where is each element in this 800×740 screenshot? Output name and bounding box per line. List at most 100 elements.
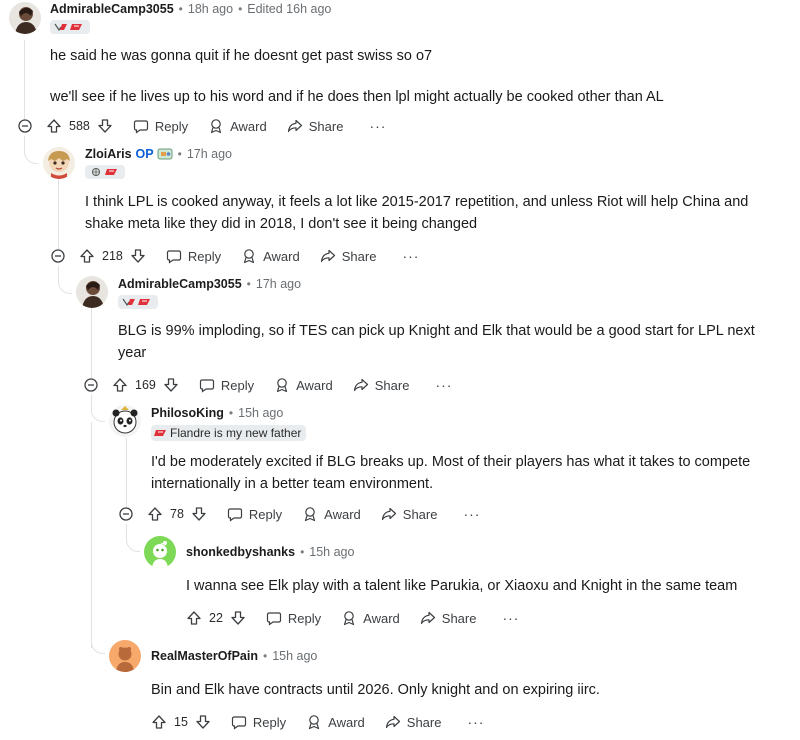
collapse-icon[interactable] xyxy=(84,378,98,392)
comment-author[interactable]: AdmirableCamp3055 xyxy=(118,277,242,291)
upvote-icon[interactable] xyxy=(151,714,167,730)
separator-dot: • xyxy=(262,649,268,663)
upvote-icon[interactable] xyxy=(112,377,128,393)
upvote-icon[interactable] xyxy=(79,248,95,264)
downvote-icon[interactable] xyxy=(97,118,113,134)
award-button[interactable]: Award xyxy=(208,118,267,134)
thread-elbow xyxy=(91,636,105,654)
reply-button[interactable]: Reply xyxy=(166,248,221,264)
thread-elbow xyxy=(58,276,72,294)
downvote-icon[interactable] xyxy=(195,714,211,730)
comment-timestamp[interactable]: 17h ago xyxy=(187,147,232,161)
award-label: Award xyxy=(363,610,400,626)
comment-author[interactable]: shonkedbyshanks xyxy=(186,545,295,559)
award-icon xyxy=(344,611,355,626)
thread-line[interactable] xyxy=(24,40,25,120)
award-icon xyxy=(305,507,316,522)
downvote-icon[interactable] xyxy=(230,610,246,626)
avatar[interactable] xyxy=(109,640,141,672)
share-button[interactable]: Share xyxy=(287,118,344,134)
award-button[interactable]: Award xyxy=(274,377,333,393)
award-button[interactable]: Award xyxy=(241,248,300,264)
avatar[interactable] xyxy=(109,405,141,437)
share-button[interactable]: Share xyxy=(385,714,442,730)
share-button[interactable]: Share xyxy=(381,506,437,522)
reply-label: Reply xyxy=(154,118,189,134)
thread-line[interactable] xyxy=(126,438,127,508)
collapse-icon[interactable] xyxy=(18,119,32,133)
reply-icon xyxy=(227,508,243,522)
upvote-icon[interactable] xyxy=(186,610,202,626)
award-button[interactable]: Award xyxy=(306,714,365,730)
thread-line[interactable] xyxy=(91,308,92,378)
downvote-icon[interactable] xyxy=(130,248,146,264)
more-options-button[interactable]: ··· xyxy=(435,377,452,393)
comment-author[interactable]: ZloiAris xyxy=(85,147,132,161)
comment-paragraph: Bin and Elk have contracts until 2026. O… xyxy=(151,682,600,698)
share-button[interactable]: Share xyxy=(320,248,377,264)
share-icon xyxy=(420,611,435,625)
collapse-icon[interactable] xyxy=(51,249,65,263)
thread-line[interactable] xyxy=(91,422,92,648)
reply-label: Reply xyxy=(248,506,283,522)
downvote-icon[interactable] xyxy=(163,377,179,393)
award-label: Award xyxy=(263,248,300,264)
comment-body: I think LPL is cooked anyway, it feels a… xyxy=(85,191,775,235)
avatar[interactable] xyxy=(9,2,41,34)
award-button[interactable]: Award xyxy=(341,610,400,626)
comment-paragraph: we'll see if he lives up to his word and… xyxy=(50,89,664,105)
separator-dot: • xyxy=(177,147,182,161)
flair-text: Flandre is my new father xyxy=(170,426,302,440)
avatar[interactable] xyxy=(76,276,108,308)
reply-button[interactable]: Reply xyxy=(133,118,188,134)
thread-line[interactable] xyxy=(58,178,59,250)
reply-button[interactable]: Reply xyxy=(266,610,321,626)
more-options-button[interactable]: ··· xyxy=(467,714,484,730)
more-options-button[interactable]: ··· xyxy=(369,118,386,134)
op-badge: OP xyxy=(135,147,154,161)
award-icon xyxy=(309,715,320,730)
reply-button[interactable]: Reply xyxy=(199,377,254,393)
comment-actions: 78 Reply Award Share ··· xyxy=(119,503,480,525)
comment-timestamp[interactable]: 15h ago xyxy=(309,545,354,559)
thread-elbow xyxy=(24,146,38,164)
share-icon xyxy=(385,715,400,729)
share-button[interactable]: Share xyxy=(420,610,476,626)
team-logo-icon xyxy=(92,168,100,176)
separator-dot: • xyxy=(228,406,234,420)
more-options-button[interactable]: ··· xyxy=(402,248,419,264)
separator-dot: • xyxy=(246,277,251,291)
share-button[interactable]: Share xyxy=(353,377,409,393)
more-options-button[interactable]: ··· xyxy=(502,610,519,626)
reply-button[interactable]: Reply xyxy=(231,714,286,730)
avatar[interactable] xyxy=(144,536,176,568)
more-options-button[interactable]: ··· xyxy=(463,506,480,522)
comment-timestamp[interactable]: 18h ago xyxy=(188,2,233,16)
reply-icon xyxy=(231,716,247,730)
reply-label: Reply xyxy=(287,610,322,626)
vote-score: 218 xyxy=(102,249,123,263)
team-logo-icon xyxy=(70,24,82,30)
comment-timestamp[interactable]: 15h ago xyxy=(272,649,317,663)
downvote-icon[interactable] xyxy=(191,506,207,522)
avatar[interactable] xyxy=(43,147,75,179)
user-flair xyxy=(50,20,90,34)
share-label: Share xyxy=(406,714,442,730)
team-logo-icon xyxy=(138,299,150,305)
comment-actions: 588 Reply Award Share ··· xyxy=(18,115,386,137)
reply-button[interactable]: Reply xyxy=(227,506,282,522)
comment-paragraph: I wanna see Elk play with a talent like … xyxy=(186,578,738,594)
upvote-icon[interactable] xyxy=(147,506,163,522)
award-label: Award xyxy=(324,506,361,522)
share-label: Share xyxy=(308,118,344,134)
comment-author[interactable]: PhilosoKing xyxy=(151,406,224,420)
comment-timestamp[interactable]: 15h ago xyxy=(238,406,283,420)
comment-author[interactable]: AdmirableCamp3055 xyxy=(50,2,174,16)
reply-icon xyxy=(133,120,148,134)
collapse-icon[interactable] xyxy=(119,507,133,521)
comment-author[interactable]: RealMasterOfPain xyxy=(151,649,258,663)
share-label: Share xyxy=(341,248,377,264)
comment-timestamp[interactable]: 17h ago xyxy=(256,277,301,291)
award-button[interactable]: Award xyxy=(302,506,361,522)
upvote-icon[interactable] xyxy=(46,118,62,134)
